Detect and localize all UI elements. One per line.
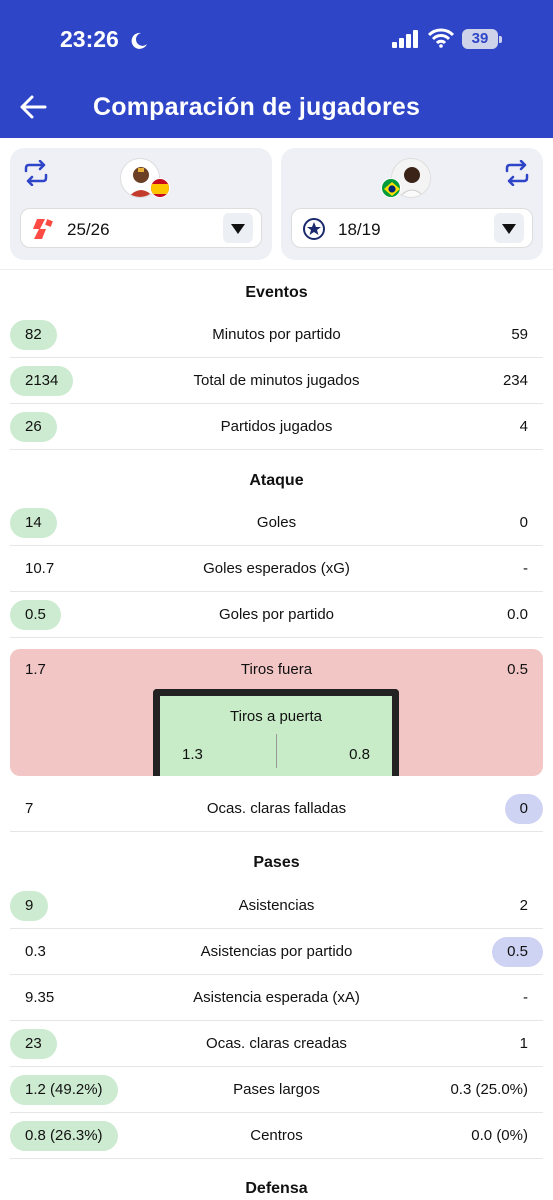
- shots-on-left: 1.3: [182, 746, 203, 763]
- goal-divider: [276, 734, 277, 768]
- shots-on-label: Tiros a puerta: [230, 708, 322, 725]
- stat-label: Goles esperados (xG): [203, 560, 350, 577]
- stat-row: 26 Partidos jugados 4: [10, 404, 543, 450]
- app-header: 23:26 39 Comparación de jugadores: [0, 0, 553, 138]
- stat-label: Total de minutos jugados: [193, 372, 360, 389]
- stat-row: 0.3 Asistencias por partido 0.5: [10, 929, 543, 975]
- stat-value-right: -: [523, 989, 528, 1006]
- wifi-icon: [428, 28, 454, 48]
- stat-value-left: 9.35: [25, 989, 55, 1006]
- stat-label: Asistencias: [238, 897, 315, 914]
- stat-label: Centros: [250, 1127, 303, 1144]
- season-value-left: 25/26: [67, 220, 110, 239]
- stat-label: Minutos por partido: [212, 326, 341, 343]
- stat-row: 1.2 (49.2%) Pases largos 0.3 (25.0%): [10, 1067, 543, 1113]
- status-time: 23:26: [60, 26, 119, 52]
- season-value-right: 18/19: [338, 220, 381, 239]
- moon-icon: [131, 32, 147, 49]
- stat-label: Goles por partido: [218, 606, 335, 623]
- stat-value-right: 0.3 (25.0%): [450, 1081, 528, 1098]
- chevron-down-icon[interactable]: [223, 213, 253, 243]
- stat-row: 10.7 Goles esperados (xG) -: [10, 546, 543, 592]
- season-select-left[interactable]: 25/26: [20, 208, 262, 248]
- page-title: Comparación de jugadores: [93, 93, 421, 121]
- player-card-right[interactable]: 18/19: [281, 148, 543, 260]
- stat-value-left: 23: [10, 1029, 57, 1059]
- stat-value-left: 0.8 (26.3%): [10, 1121, 118, 1151]
- stat-value-left: 26: [10, 412, 57, 442]
- shots-off-label: Tiros fuera: [240, 661, 313, 678]
- section-title-ataque: Ataque: [249, 472, 304, 489]
- stat-value-left: 82: [10, 320, 57, 350]
- stat-value-right: 0.0 (0%): [471, 1127, 528, 1144]
- stat-value-left: 10.7: [25, 560, 55, 577]
- stat-value-right: 1: [519, 1035, 528, 1052]
- stat-value-right: 0.0: [507, 606, 528, 623]
- shots-panel: 1.7 Tiros fuera 0.5 Tiros a puerta 1.3 0…: [10, 649, 543, 776]
- swap-player-icon[interactable]: [503, 160, 531, 186]
- stat-value-right: 0.5: [492, 937, 543, 967]
- stat-label: Asistencia esperada (xA): [193, 989, 360, 1006]
- stat-label: Pases largos: [233, 1081, 320, 1098]
- shots-off-right: 0.5: [507, 661, 528, 678]
- stat-value-right: -: [523, 560, 528, 577]
- stat-row: 0.5 Goles por partido 0.0: [10, 592, 543, 638]
- champions-league-logo-icon: [303, 218, 325, 240]
- stat-label: Partidos jugados: [220, 418, 333, 435]
- season-select-right[interactable]: 18/19: [291, 208, 533, 248]
- swap-player-icon[interactable]: [22, 160, 50, 186]
- stat-row: 0.8 (26.3%) Centros 0.0 (0%): [10, 1113, 543, 1159]
- section-title-eventos: Eventos: [245, 284, 308, 301]
- stat-value-left: 1.2 (49.2%): [10, 1075, 118, 1105]
- stat-value-left: 14: [10, 508, 57, 538]
- goal-frame: Tiros a puerta 1.3 0.8: [153, 689, 399, 776]
- stat-row: 14 Goles 0: [10, 500, 543, 546]
- stat-value-right: 0: [519, 514, 528, 531]
- stat-row: 23 Ocas. claras creadas 1: [10, 1021, 543, 1067]
- stat-value-right: 2: [519, 897, 528, 914]
- stat-value-left: 9: [10, 891, 49, 921]
- stat-value-left: 7: [25, 800, 34, 817]
- stat-label: Goles: [256, 514, 297, 531]
- stat-row: 82 Minutos por partido 59: [10, 312, 543, 358]
- stat-row: 2134 Total de minutos jugados 234: [10, 358, 543, 404]
- status-bar: 23:26 39: [0, 26, 553, 56]
- stat-label: Asistencias por partido: [200, 943, 353, 960]
- stat-value-left: 0.5: [10, 600, 61, 630]
- brazil-flag-icon: [381, 178, 401, 198]
- spain-flag-icon: [150, 178, 170, 198]
- section-title-defensa: Defensa: [245, 1180, 308, 1197]
- signal-icon: [392, 30, 418, 48]
- battery-nub: [499, 36, 502, 43]
- stat-row: 9 Asistencias 2: [10, 883, 543, 929]
- stat-value-right: 234: [502, 372, 528, 389]
- shots-on-right: 0.8: [349, 746, 370, 763]
- section-title-pases: Pases: [253, 854, 300, 871]
- back-arrow-icon[interactable]: [18, 92, 48, 122]
- chevron-down-icon[interactable]: [494, 213, 524, 243]
- stat-row: 9.35 Asistencia esperada (xA) -: [10, 975, 543, 1021]
- battery-icon: 39: [462, 29, 498, 49]
- player-card-left[interactable]: 25/26: [10, 148, 272, 260]
- stat-value-right: 0: [504, 794, 543, 824]
- stat-value-right: 4: [519, 418, 528, 435]
- stat-value-left: 0.3: [25, 943, 46, 960]
- stat-value-left: 2134: [10, 366, 74, 396]
- stat-label: Ocas. claras creadas: [206, 1035, 347, 1052]
- stat-label: Ocas. claras falladas: [206, 800, 347, 817]
- laliga-logo-icon: [33, 219, 53, 239]
- stat-value-right: 59: [511, 326, 528, 343]
- player-selectors: 25/26 18/19: [0, 138, 553, 270]
- stat-row: 7 Ocas. claras falladas 0: [10, 786, 543, 832]
